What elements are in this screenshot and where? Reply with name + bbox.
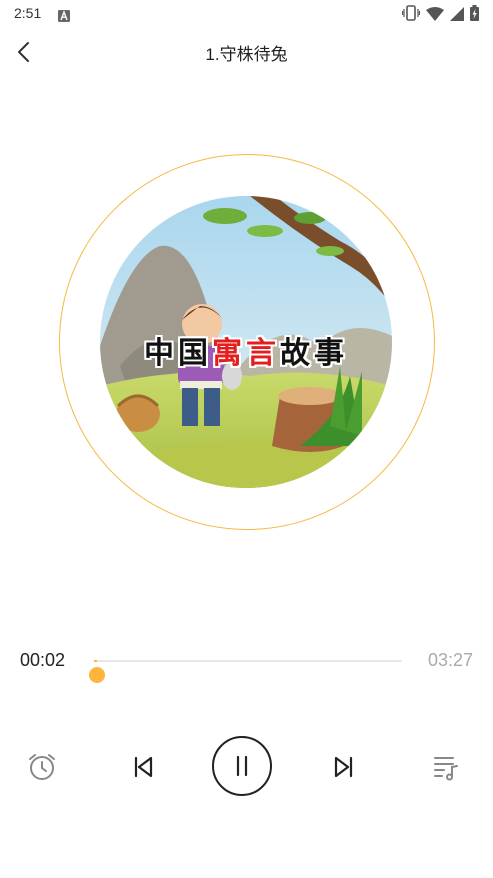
wifi-icon <box>426 6 444 25</box>
status-bar: 2:51 <box>0 0 493 28</box>
cover-title-part-1: 中国 <box>144 336 212 371</box>
page-title: 1.守株待兔 <box>205 45 288 64</box>
album-cover: 中国寓言故事 <box>100 196 392 488</box>
progress-row: 00:02 03:27 <box>0 646 493 683</box>
skip-previous-icon <box>134 756 153 778</box>
pause-button[interactable] <box>212 736 272 796</box>
pause-icon <box>236 755 248 777</box>
progress-fill <box>94 660 98 662</box>
progress-knob[interactable] <box>89 667 106 683</box>
notification-a-icon <box>58 7 70 26</box>
sleep-timer-button[interactable] <box>26 751 58 783</box>
playback-controls <box>0 736 493 798</box>
alarm-clock-icon <box>29 754 55 780</box>
status-time: 2:51 <box>14 5 42 21</box>
vibrate-icon <box>401 5 421 25</box>
top-bar: 1.守株待兔 <box>0 28 493 74</box>
current-time: 00:02 <box>20 650 66 670</box>
signal-icon <box>450 6 464 25</box>
playlist-music-icon <box>434 757 458 781</box>
cover-title-part-2: 寓言 <box>212 336 280 371</box>
next-button[interactable] <box>328 751 360 783</box>
total-time: 03:27 <box>427 650 473 670</box>
cover-title: 中国寓言故事 <box>100 328 392 372</box>
playlist-button[interactable] <box>430 751 462 783</box>
progress-track[interactable] <box>89 660 402 683</box>
skip-next-icon <box>334 756 353 778</box>
previous-button[interactable] <box>127 751 159 783</box>
battery-charging-icon <box>470 5 479 25</box>
cover-title-part-3: 故事 <box>280 336 348 371</box>
